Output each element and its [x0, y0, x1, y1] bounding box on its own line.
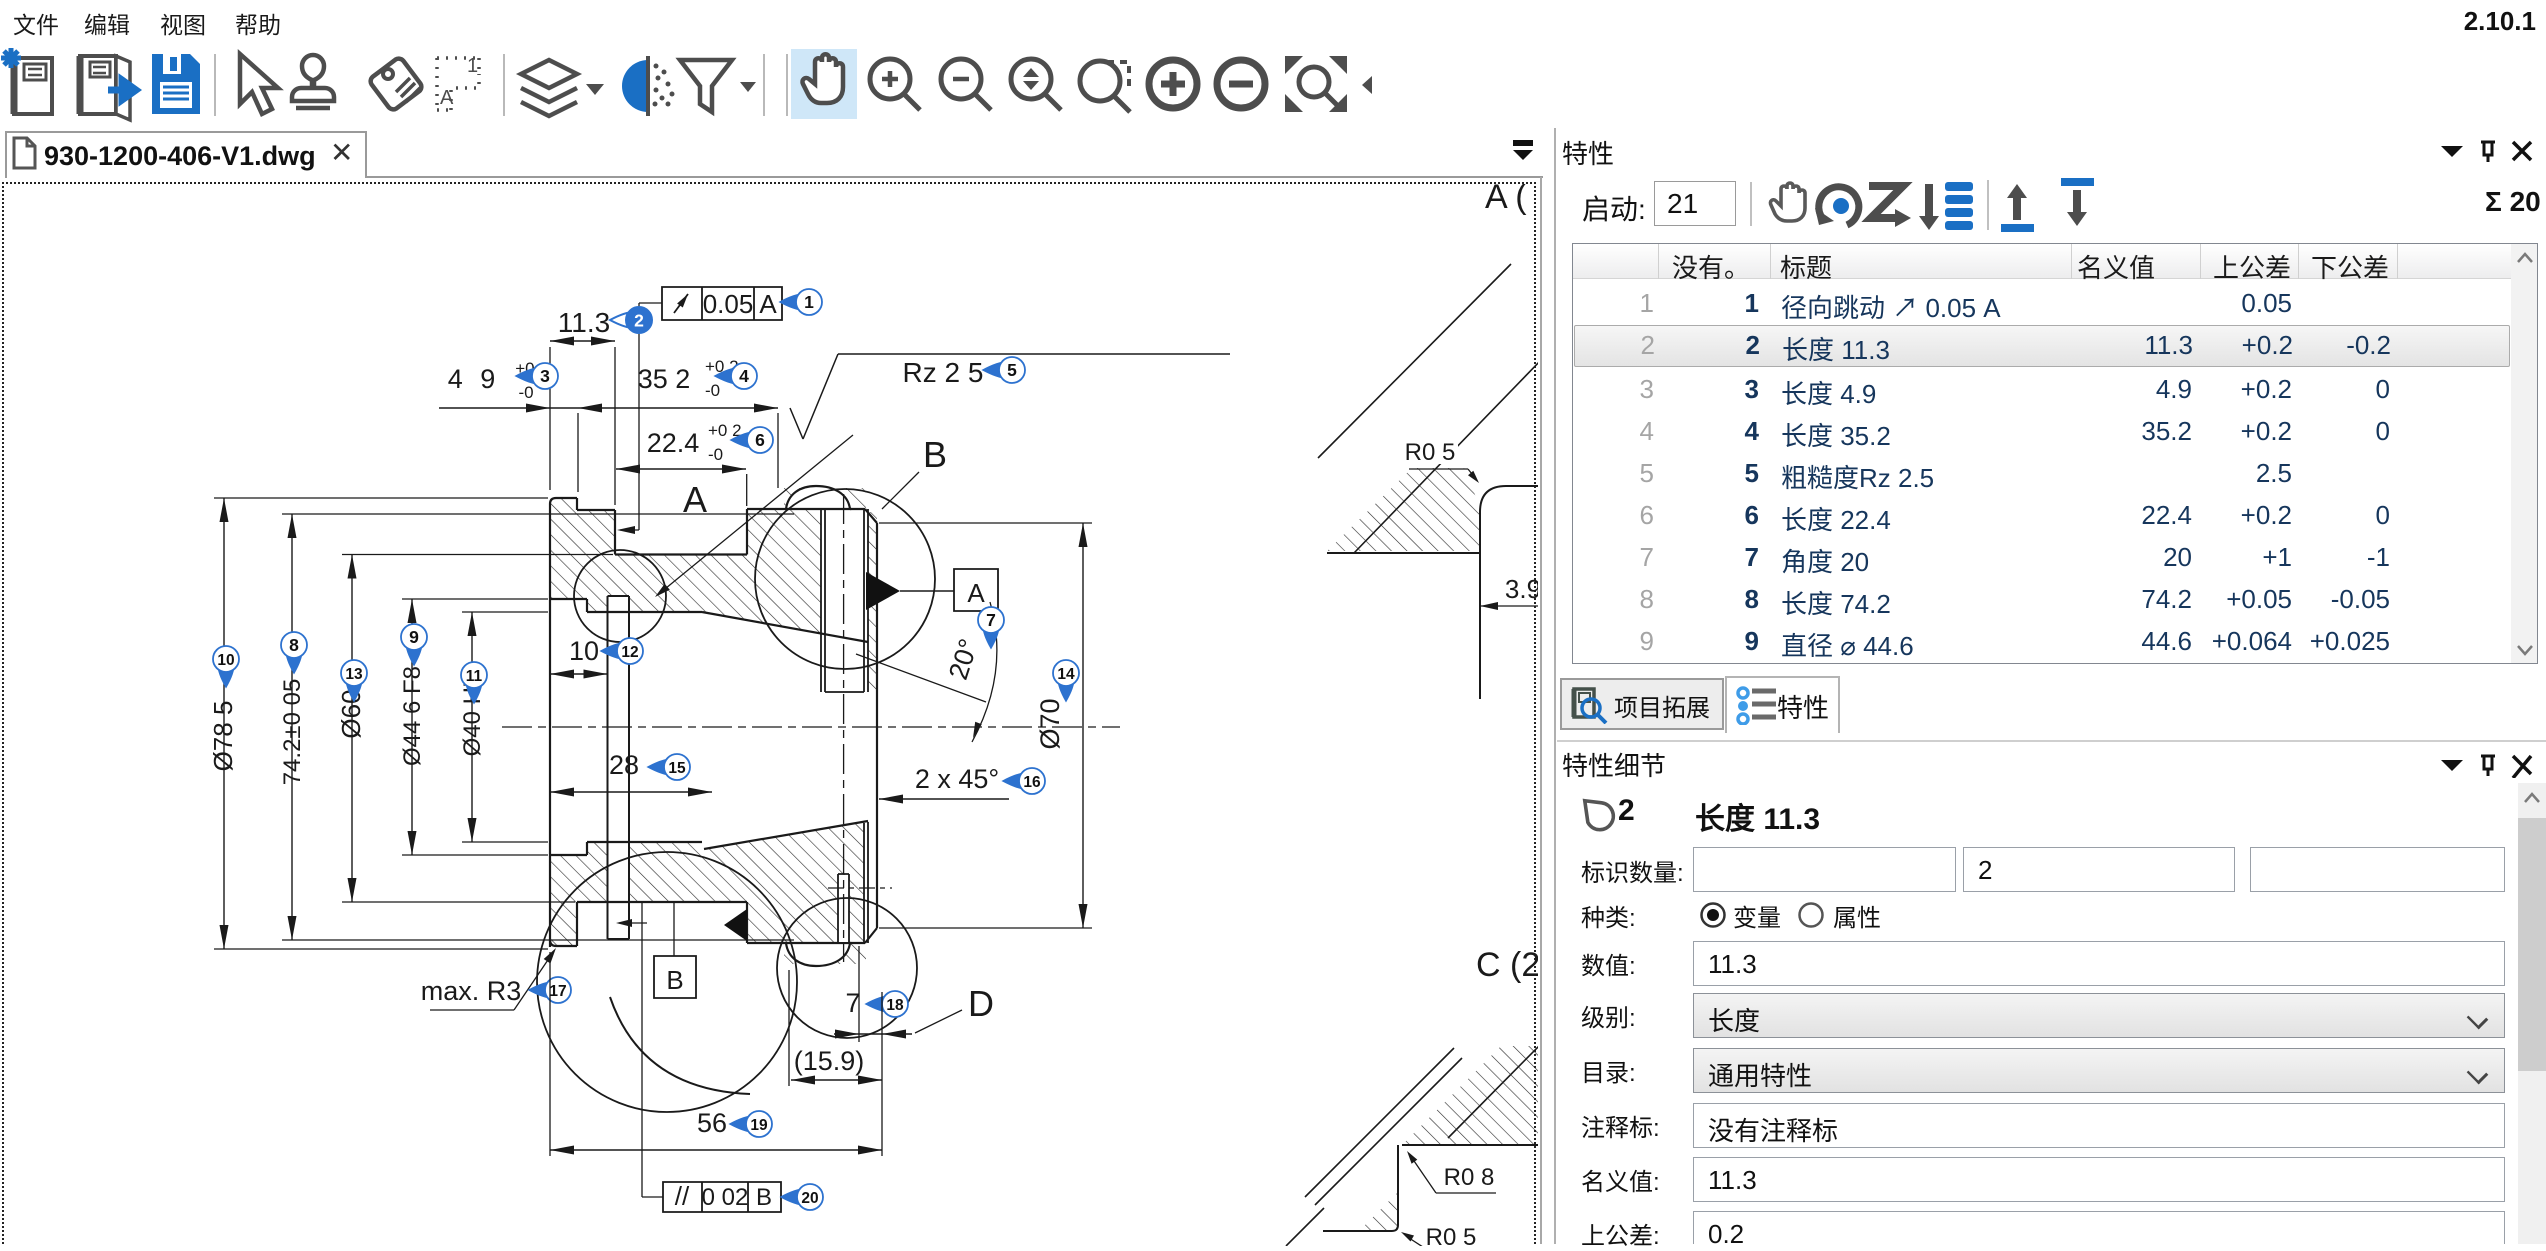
svg-text:17: 17	[549, 983, 566, 1000]
svg-text:13: 13	[345, 666, 363, 683]
svg-text:1: 1	[467, 55, 478, 77]
svg-text:10: 10	[217, 652, 234, 669]
svg-text:-0: -0	[705, 381, 720, 400]
svg-text:Rz 2 5: Rz 2 5	[903, 357, 984, 388]
svg-text:C (2: C (2	[1476, 946, 1538, 984]
svg-text:B: B	[666, 965, 683, 995]
svg-text:A: A	[440, 87, 454, 109]
svg-text:1: 1	[804, 292, 814, 312]
svg-text:R0 5: R0 5	[1426, 1224, 1477, 1246]
svg-text:11.3: 11.3	[558, 307, 610, 338]
svg-text:14: 14	[1057, 666, 1075, 683]
svg-text:Ø70: Ø70	[1035, 698, 1065, 749]
svg-text:2: 2	[634, 311, 644, 331]
svg-text:B: B	[923, 434, 947, 475]
svg-text:56: 56	[697, 1108, 727, 1138]
svg-text:0.05: 0.05	[703, 289, 754, 319]
svg-text:A: A	[759, 289, 777, 319]
svg-text:11: 11	[466, 668, 483, 685]
svg-text:R0 8: R0 8	[1444, 1164, 1495, 1191]
svg-text:20°: 20°	[943, 635, 984, 683]
svg-text:0 02: 0 02	[702, 1184, 749, 1211]
svg-text:R0 5: R0 5	[1405, 439, 1456, 466]
svg-text:8: 8	[289, 635, 299, 655]
svg-text:3.9: 3.9	[1505, 574, 1538, 604]
svg-text:6: 6	[755, 430, 765, 450]
svg-text:22.4: 22.4	[647, 428, 700, 458]
svg-text:28: 28	[609, 750, 639, 780]
svg-text:-0: -0	[708, 445, 723, 464]
svg-text:4: 4	[739, 366, 749, 386]
svg-text:B: B	[756, 1184, 772, 1211]
svg-text:A (: A (	[1485, 184, 1527, 216]
svg-text:max. R3: max. R3	[421, 976, 522, 1006]
svg-text:(15.9): (15.9)	[794, 1046, 865, 1076]
svg-text:7: 7	[986, 610, 996, 630]
svg-text:19: 19	[750, 1117, 768, 1134]
svg-text:2 x 45°: 2 x 45°	[915, 764, 999, 794]
svg-text:16: 16	[1023, 774, 1041, 791]
svg-text:7: 7	[845, 988, 860, 1018]
svg-text:5: 5	[1007, 360, 1017, 380]
svg-text:18: 18	[886, 997, 904, 1014]
svg-text:4 9: 4 9	[448, 364, 501, 394]
svg-text:12: 12	[621, 644, 638, 661]
svg-text:-0: -0	[518, 383, 533, 402]
svg-text:Ø78 5: Ø78 5	[208, 701, 238, 772]
svg-text:35 2: 35 2	[638, 364, 691, 394]
svg-text:74.2±0 05: 74.2±0 05	[279, 679, 306, 786]
svg-text:A: A	[967, 578, 985, 608]
svg-text:Ø44 6 F8: Ø44 6 F8	[399, 666, 426, 766]
svg-text:15: 15	[668, 760, 686, 777]
svg-text:3: 3	[540, 366, 550, 386]
svg-text://: //	[675, 1181, 690, 1211]
svg-text:10: 10	[569, 636, 599, 666]
svg-text:D: D	[968, 983, 994, 1024]
svg-text:9: 9	[409, 627, 419, 647]
svg-text:20: 20	[801, 1190, 818, 1207]
